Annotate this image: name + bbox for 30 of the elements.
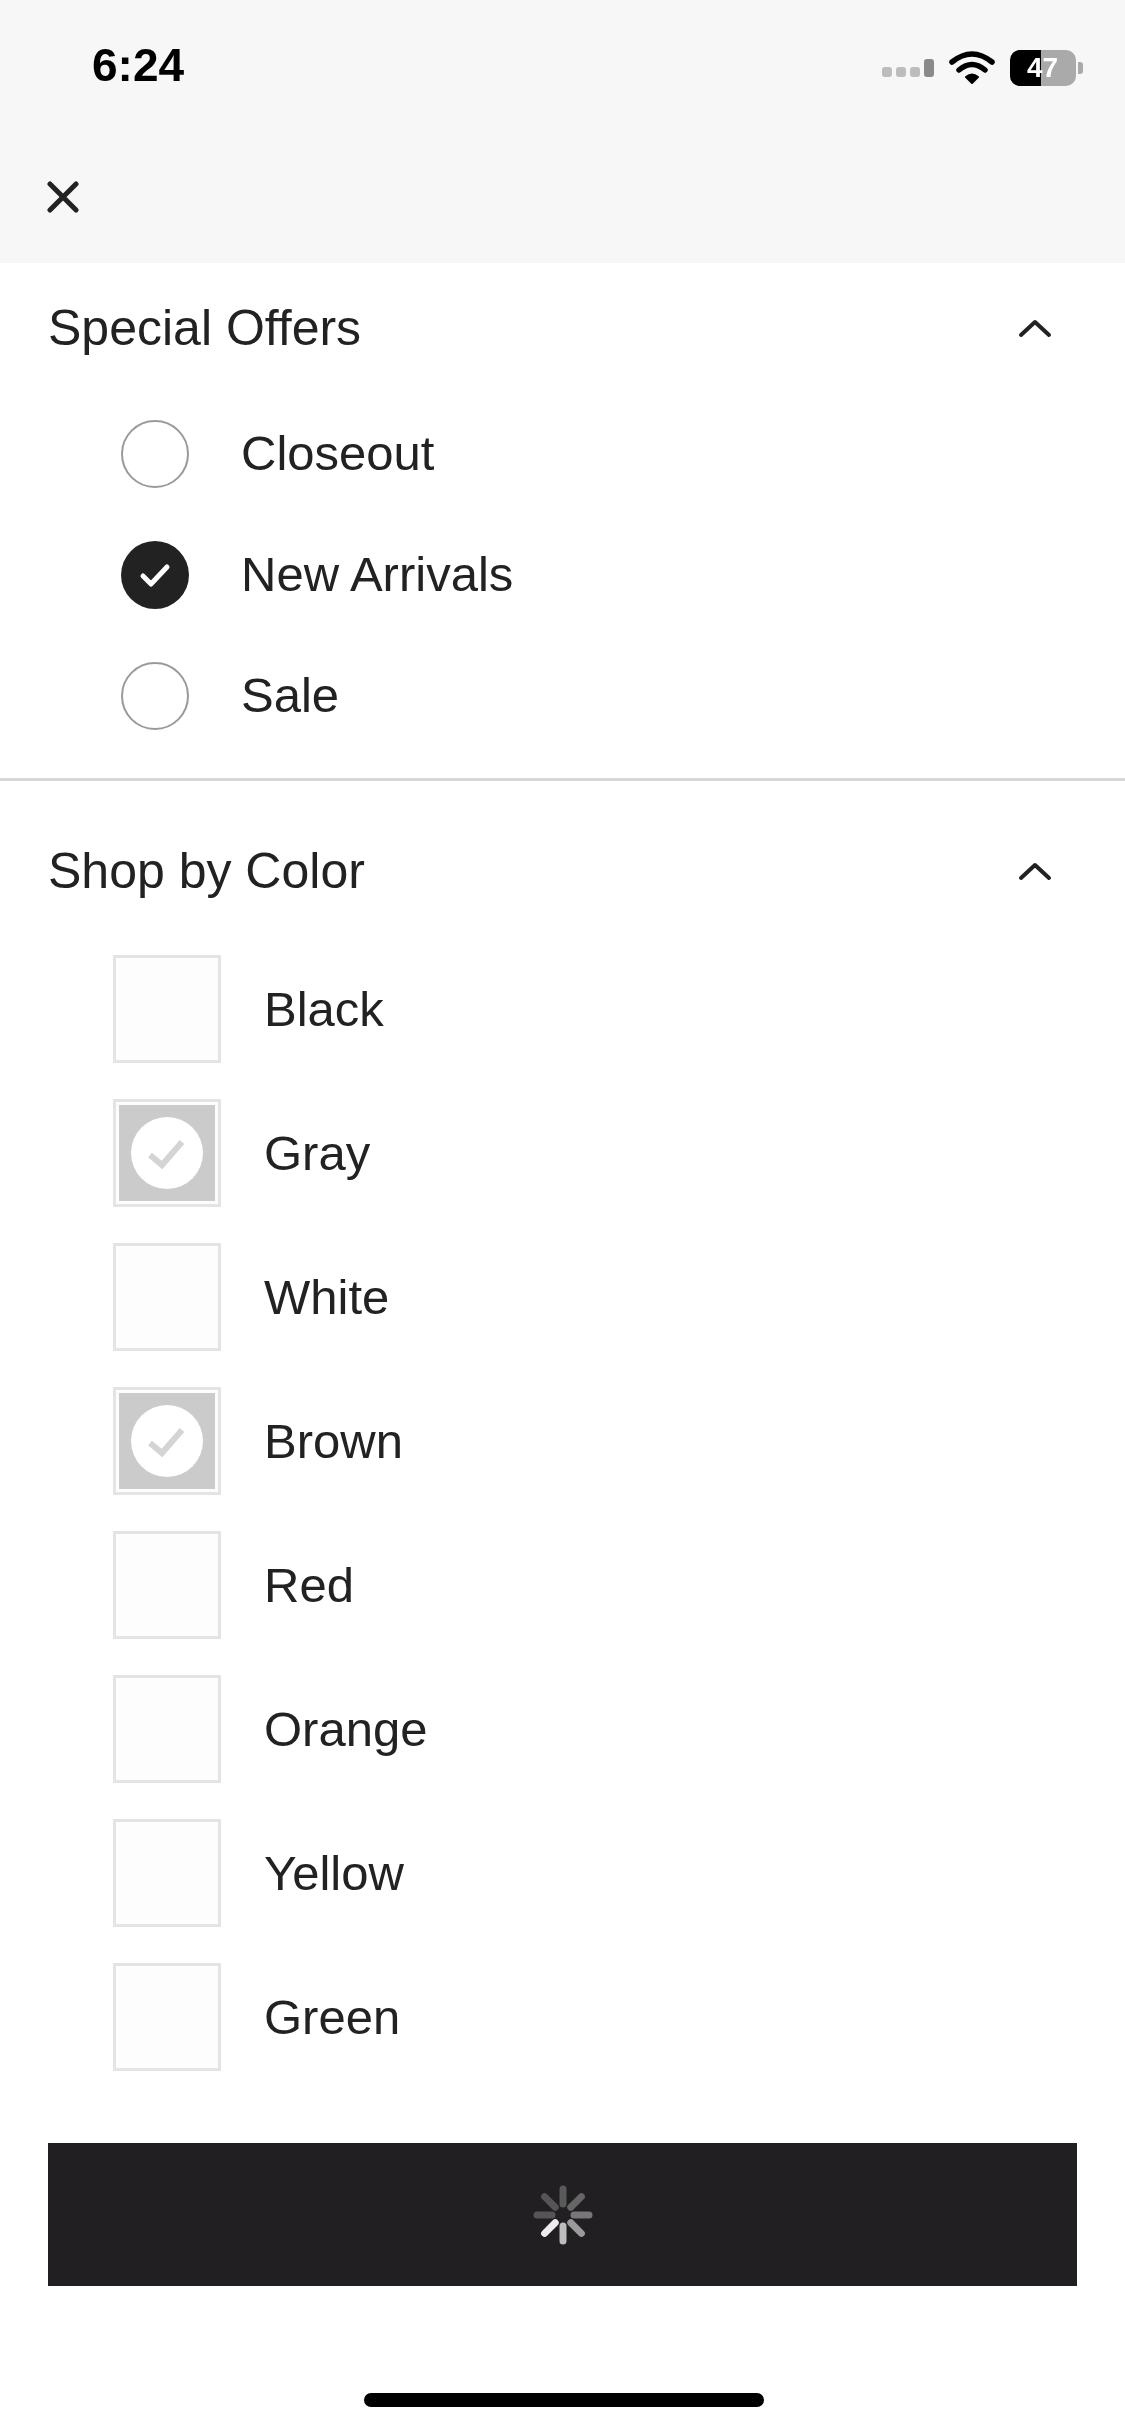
option-label[interactable]: Green	[264, 1992, 401, 2042]
option-label[interactable]: Black	[264, 984, 384, 1034]
wifi-icon	[949, 51, 995, 85]
option-label[interactable]: Closeout	[241, 429, 435, 478]
checkbox[interactable]	[113, 1963, 221, 2071]
checkbox[interactable]	[113, 955, 221, 1063]
checkbox[interactable]	[113, 1099, 221, 1207]
option-label[interactable]: Red	[264, 1560, 354, 1610]
section-header[interactable]: Special Offers	[0, 263, 1125, 393]
option-label[interactable]: Gray	[264, 1128, 371, 1178]
option-label[interactable]: Yellow	[264, 1848, 404, 1898]
radio-button[interactable]	[121, 661, 189, 730]
option-label[interactable]: New Arrivals	[241, 550, 514, 599]
radio-button[interactable]	[121, 540, 189, 609]
close-icon	[47, 180, 79, 213]
checkbox[interactable]	[113, 1243, 221, 1351]
checkbox[interactable]	[113, 1819, 221, 1927]
checkbox[interactable]	[113, 1387, 221, 1495]
loading-spinner-icon	[532, 2184, 593, 2245]
radio-button[interactable]	[121, 419, 189, 488]
option-label[interactable]: Sale	[241, 671, 340, 720]
checkbox[interactable]	[113, 1531, 221, 1639]
section-header[interactable]: Shop by Color	[0, 805, 1125, 937]
status-time: 6:24	[92, 42, 185, 88]
option-label[interactable]: Brown	[264, 1416, 403, 1466]
checkbox[interactable]	[113, 1675, 221, 1783]
option-label[interactable]: Orange	[264, 1704, 428, 1754]
signal-icon	[882, 59, 934, 77]
apply-button[interactable]	[48, 2143, 1077, 2286]
option-label[interactable]: White	[264, 1272, 390, 1322]
